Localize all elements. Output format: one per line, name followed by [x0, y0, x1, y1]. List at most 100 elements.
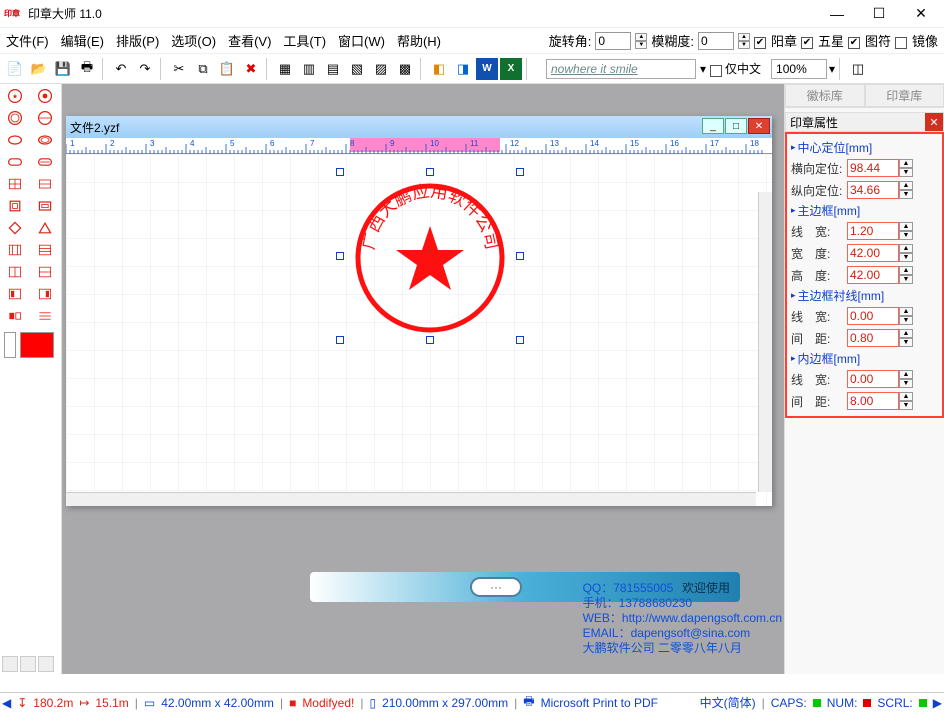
handle-nw[interactable]	[336, 168, 344, 176]
shape-bars-icon[interactable]	[2, 240, 28, 260]
handle-e[interactable]	[516, 252, 524, 260]
menu-layout[interactable]: 排版(P)	[116, 31, 159, 50]
group-border[interactable]: 主边框[mm]	[787, 201, 942, 220]
tool-e-icon[interactable]: ▨	[370, 58, 392, 80]
tab-logo-lib[interactable]: 徽标库	[785, 84, 865, 107]
shape-ring-icon[interactable]	[2, 108, 28, 128]
tab-stamp-lib[interactable]: 印章库	[865, 84, 944, 107]
save-icon[interactable]: 💾	[52, 58, 74, 80]
shape-grid2-icon[interactable]	[32, 174, 58, 194]
menu-options[interactable]: 选项(O)	[171, 31, 216, 50]
delete-icon[interactable]: ✖	[240, 58, 262, 80]
chk-tufu[interactable]	[848, 37, 860, 49]
status-arrow-right-icon[interactable]: ▶	[933, 696, 942, 710]
group-center[interactable]: 中心定位[mm]	[787, 138, 942, 157]
blur-spinner[interactable]: ▲▼	[738, 33, 750, 49]
shape-bars2-icon[interactable]	[32, 240, 58, 260]
layer-icon[interactable]: ◫	[847, 58, 869, 80]
excel-icon[interactable]: X	[500, 58, 522, 80]
properties-close-icon[interactable]: ✕	[925, 113, 943, 131]
tool-g-icon[interactable]: ◧	[428, 58, 450, 80]
stamp-object[interactable]: 广西大鹏应用软件公司	[354, 182, 506, 334]
menu-file[interactable]: 文件(F)	[6, 31, 49, 50]
shape-grid-icon[interactable]	[2, 174, 28, 194]
chk-wuxing[interactable]	[801, 37, 813, 49]
shape-seg2-icon[interactable]	[32, 284, 58, 304]
input-sgap[interactable]	[847, 329, 899, 347]
tool-b-icon[interactable]: ▥	[298, 58, 320, 80]
shape-diamond-icon[interactable]	[2, 218, 28, 238]
cut-icon[interactable]: ✂	[168, 58, 190, 80]
menu-tools[interactable]: 工具(T)	[283, 31, 326, 50]
font-combo[interactable]: nowhere it smile	[546, 59, 696, 79]
rotate-spinner[interactable]: ▲▼	[635, 33, 647, 49]
handle-ne[interactable]	[516, 168, 524, 176]
palette-tool-c-icon[interactable]	[38, 656, 54, 672]
shape-circle-dot-icon[interactable]	[32, 86, 58, 106]
shape-lines-icon[interactable]	[32, 306, 58, 326]
doc-maximize-icon[interactable]: □	[725, 118, 747, 134]
menu-view[interactable]: 查看(V)	[228, 31, 271, 50]
new-icon[interactable]: 📄	[4, 58, 26, 80]
undo-icon[interactable]: ↶	[110, 58, 132, 80]
spin-horiz[interactable]: ▲▼	[899, 159, 913, 177]
input-horiz[interactable]	[847, 159, 899, 177]
shape-sq-icon[interactable]	[2, 196, 28, 216]
menu-help[interactable]: 帮助(H)	[397, 31, 441, 50]
spin-vert[interactable]: ▲▼	[899, 181, 913, 199]
tool-a-icon[interactable]: ▦	[274, 58, 296, 80]
input-igap[interactable]	[847, 392, 899, 410]
chk-only-cn[interactable]	[710, 65, 722, 77]
menu-window[interactable]: 窗口(W)	[338, 31, 385, 50]
minimize-button[interactable]: —	[816, 1, 858, 27]
shape-ellipse2-icon[interactable]	[32, 130, 58, 150]
shape-sq2-icon[interactable]	[32, 196, 58, 216]
horizontal-ruler[interactable]: 123456789101112131415161718	[66, 138, 772, 154]
palette-tool-b-icon[interactable]	[20, 656, 36, 672]
doc-minimize-icon[interactable]: _	[702, 118, 724, 134]
palette-tool-a-icon[interactable]	[2, 656, 18, 672]
copy-icon[interactable]: ⧉	[192, 58, 214, 80]
handle-n[interactable]	[426, 168, 434, 176]
banner-button[interactable]: ···	[470, 577, 522, 597]
redo-icon[interactable]: ↷	[134, 58, 156, 80]
handle-w[interactable]	[336, 252, 344, 260]
color-bg[interactable]	[4, 332, 16, 358]
handle-se[interactable]	[516, 336, 524, 344]
tool-h-icon[interactable]: ◨	[452, 58, 474, 80]
open-icon[interactable]: 📂	[28, 58, 50, 80]
input-linew[interactable]	[847, 222, 899, 240]
doc-close-icon[interactable]: ✕	[748, 118, 770, 134]
handle-s[interactable]	[426, 336, 434, 344]
blur-input[interactable]	[698, 32, 734, 50]
shape-oval-icon[interactable]	[2, 152, 28, 172]
tool-d-icon[interactable]: ▧	[346, 58, 368, 80]
print-icon[interactable]: 🖶	[76, 58, 98, 80]
tool-c-icon[interactable]: ▤	[322, 58, 344, 80]
scrollbar-horizontal[interactable]	[66, 492, 756, 506]
shape-ring2-icon[interactable]	[32, 108, 58, 128]
shape-split-icon[interactable]	[2, 262, 28, 282]
color-fg[interactable]	[20, 332, 54, 358]
maximize-button[interactable]: ☐	[858, 1, 900, 27]
shape-tri-icon[interactable]	[32, 218, 58, 238]
rotate-input[interactable]	[595, 32, 631, 50]
menu-edit[interactable]: 编辑(E)	[61, 31, 104, 50]
shape-circle-star-icon[interactable]: ★	[2, 86, 28, 106]
input-height[interactable]	[847, 266, 899, 284]
tool-f-icon[interactable]: ▩	[394, 58, 416, 80]
zoom-combo[interactable]: 100%	[771, 59, 827, 79]
chk-jingxiang[interactable]	[895, 37, 907, 49]
scrollbar-vertical[interactable]	[758, 192, 772, 492]
close-button[interactable]: ✕	[900, 1, 942, 27]
shape-split2-icon[interactable]	[32, 262, 58, 282]
group-serif[interactable]: 主边框衬线[mm]	[787, 286, 942, 305]
shape-oval2-icon[interactable]	[32, 152, 58, 172]
input-iline[interactable]	[847, 370, 899, 388]
input-sline[interactable]	[847, 307, 899, 325]
shape-half-icon[interactable]	[2, 306, 28, 326]
word-icon[interactable]: W	[476, 58, 498, 80]
shape-seg-icon[interactable]	[2, 284, 28, 304]
chk-yangzhang[interactable]	[754, 37, 766, 49]
paste-icon[interactable]: 📋	[216, 58, 238, 80]
